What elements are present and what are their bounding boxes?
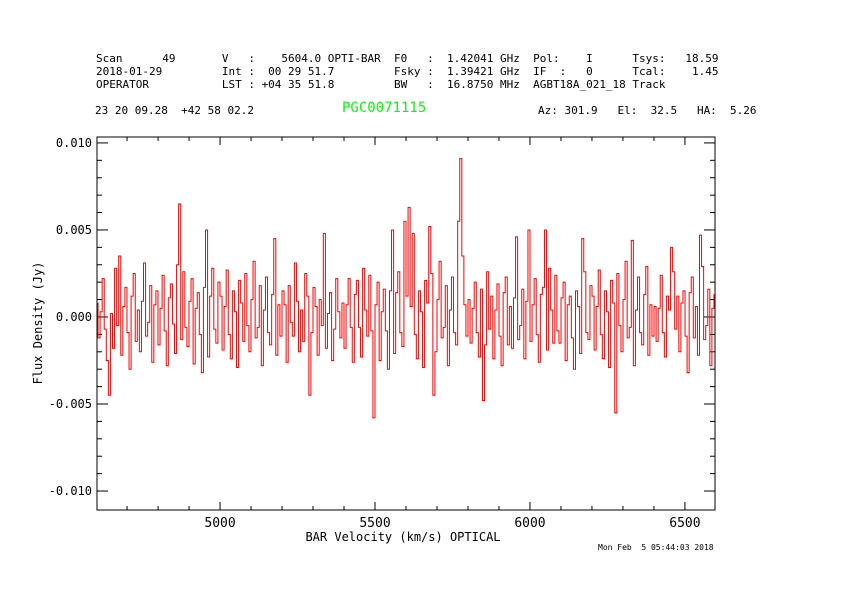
x-tick-label: 5000 (204, 516, 235, 531)
x-axis-title: BAR Velocity (km/s) OPTICAL (305, 530, 500, 544)
y-tick-label: -0.005 (49, 397, 92, 411)
plot-frame (97, 137, 715, 510)
gbt-spectral-monitor-screen: Scan 49 V : 5604.0 OPTI-BAR F0 : 1.42041… (0, 0, 842, 595)
x-tick-label: 6000 (514, 516, 545, 531)
y-axis-title: Flux Density (Jy) (31, 262, 45, 385)
spectrum-line (97, 159, 715, 418)
y-tick-label: 0.000 (56, 310, 92, 324)
plot-timestamp: Mon Feb 5 05:44:03 2018 (598, 543, 714, 552)
y-tick-label: 0.010 (56, 136, 92, 150)
spectrum-plot: 5000 5500 6000 6500 -0.010 -0.005 0.000 0.005 0.… (0, 0, 842, 595)
y-tick-label: -0.010 (49, 484, 92, 498)
y-tick-label: 0.005 (56, 223, 92, 237)
x-tick-label: 5500 (359, 516, 390, 531)
x-tick-label: 6500 (669, 516, 700, 531)
